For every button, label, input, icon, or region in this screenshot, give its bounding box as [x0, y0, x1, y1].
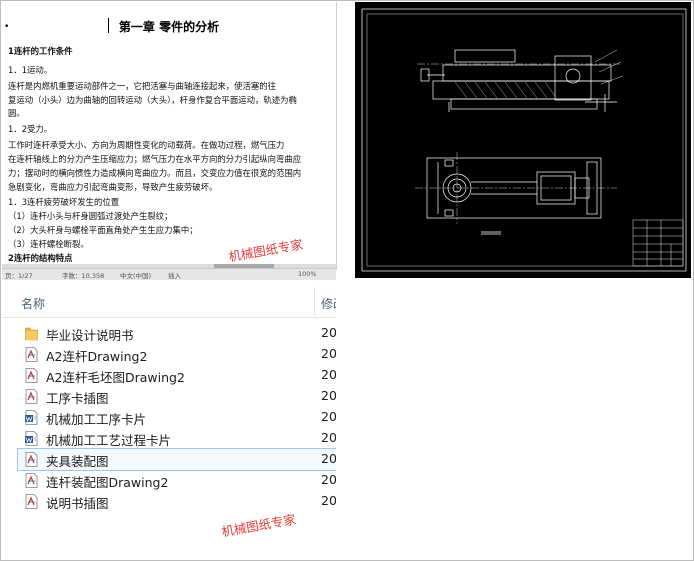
file-name: 毕业设计说明书 [46, 328, 134, 343]
doc-line-5: 1．2受力。 [8, 124, 53, 134]
hatching [454, 81, 556, 99]
file-list-header: 名称 修改 [2, 283, 336, 318]
doc-line-8: 力；摆动时的横向惯性力造成横向弯曲应力。而且，交变应力值在很宽的范围内 [8, 168, 302, 178]
drawing-file-icon [25, 389, 38, 404]
doc-line-9: 急剧变化，弯曲应力引起弯曲变形，导致产生疲劳破坏。 [8, 182, 218, 192]
word-document-icon [25, 431, 38, 446]
file-modified: 20 [321, 451, 336, 466]
doc-line-10: 1．3连杆疲劳破坏发生的位置 [8, 197, 120, 207]
file-name: A2连杆Drawing2 [46, 349, 148, 364]
file-row[interactable]: 毕业设计说明书 20 [18, 323, 336, 344]
drawing-file-icon [25, 473, 38, 488]
title-block [632, 219, 684, 267]
doc-line-2: 连杆是内燃机重要运动部件之一，它把活塞与曲轴连接起来，使活塞的往 [8, 81, 276, 91]
status-words: 字数：10,358 [62, 272, 105, 280]
drawing-frame [361, 8, 687, 272]
watermark-top: 机械图纸专家 [227, 236, 304, 265]
doc-line-1: 1．1运动。 [8, 65, 53, 75]
doc-line-6: 工作时连杆承受大小、方向为周期性变化的动载荷。在做功过程，燃气压力 [8, 140, 285, 150]
doc-line-0: 1连杆的工作条件 [8, 46, 73, 56]
status-page: 页：1/27 [5, 272, 33, 280]
drawing-file-icon [25, 368, 38, 383]
file-modified: 20 [321, 493, 336, 508]
file-row[interactable]: A2连杆毛坯图Drawing2 20 [18, 365, 336, 386]
cad-drawing-viewport[interactable] [355, 2, 691, 278]
file-name: 机械加工工序卡片 [46, 412, 147, 427]
file-row[interactable]: 连杆装配图Drawing2 20 [18, 470, 336, 491]
fixture-assembly-drawing [361, 8, 687, 272]
file-modified: 20 [321, 409, 336, 424]
file-row[interactable]: 工序卡插图 20 [18, 386, 336, 407]
file-name: A2连杆毛坯图Drawing2 [46, 370, 185, 385]
status-bar: 页：1/27 字数：10,358 中文(中国) 插入 100% [2, 268, 336, 280]
status-zoom[interactable]: 100% [298, 270, 317, 278]
drawing-file-icon [25, 452, 38, 467]
assembly-plan-view [415, 152, 617, 235]
doc-line-11: （1）连杆小头与杆身圆弧过渡处产生裂纹； [8, 211, 173, 221]
file-modified: 20 [321, 325, 336, 340]
file-modified: 20 [321, 430, 336, 445]
doc-line-7: 在连杆轴线上的分力产生压缩应力；燃气压力在水平方向的分力引起纵向弯曲应 [8, 154, 302, 164]
file-row[interactable]: A2连杆Drawing2 20 [18, 344, 336, 365]
file-name: 连杆装配图Drawing2 [46, 475, 169, 490]
file-modified: 20 [321, 367, 336, 382]
file-row[interactable]: 机械加工工艺过程卡片 20 [18, 428, 336, 449]
doc-line-4: 圆。 [8, 108, 25, 118]
file-explorer[interactable]: 名称 修改 毕业设计说明书 20 A2连杆Drawing2 20 A2连杆毛坯图… [2, 283, 336, 557]
doc-line-13: （3）连杆螺栓断裂。 [8, 239, 89, 249]
chapter-title: 第一章 零件的分析 [118, 20, 220, 34]
document-editor[interactable]: • 第一章 零件的分析 1连杆的工作条件 1．1运动。 连杆是内燃机重要运动部件… [2, 2, 337, 270]
assembly-front-view [417, 49, 624, 112]
file-modified: 20 [321, 472, 336, 487]
status-language: 中文(中国) [120, 272, 152, 280]
file-name: 夹具装配图 [46, 454, 109, 469]
file-name: 机械加工工艺过程卡片 [46, 433, 172, 448]
drawing-file-icon [25, 494, 38, 509]
file-name: 说明书插图 [46, 496, 109, 511]
doc-line-12: （2）大头杆身与螺栓平面直角处产生生应力集中； [8, 225, 198, 235]
file-modified: 20 [321, 346, 336, 361]
drawing-file-icon [25, 347, 38, 362]
doc-line-3: 复运动（小头）边为曲轴的回转运动（大头），杆身作复合平面运动，轨迹为椭 [8, 95, 297, 105]
column-header-modified[interactable]: 修改 [321, 295, 336, 312]
column-header-name[interactable]: 名称 [21, 295, 45, 312]
doc-line-14: 2连杆的结构特点 [8, 253, 73, 263]
file-row[interactable]: 机械加工工序卡片 20 [18, 407, 336, 428]
file-name: 工序卡插图 [46, 391, 109, 406]
column-divider[interactable] [314, 287, 315, 315]
file-modified: 20 [321, 388, 336, 403]
watermark-bottom: 机械图纸专家 [220, 511, 297, 540]
word-document-icon [25, 410, 38, 425]
folder-icon [25, 327, 38, 341]
status-insert-mode[interactable]: 插入 [168, 270, 181, 280]
file-row-selected[interactable]: 夹具装配图 20 [17, 448, 336, 471]
